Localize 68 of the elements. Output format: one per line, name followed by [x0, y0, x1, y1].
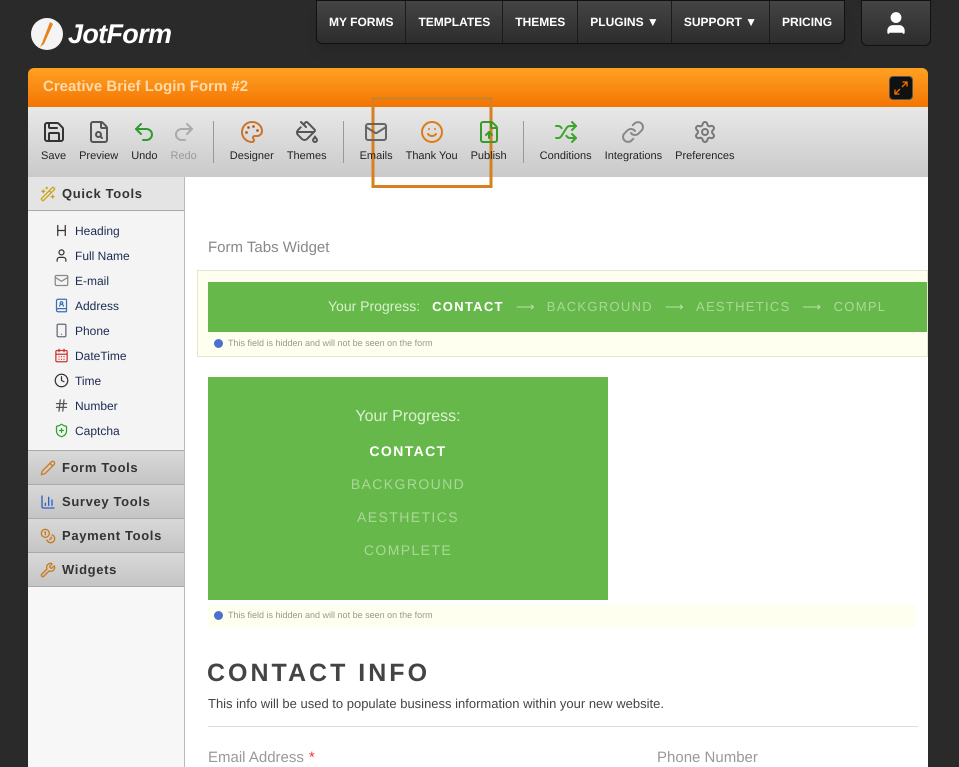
person-icon — [54, 248, 69, 263]
step-arrow: ⟶ — [664, 298, 684, 316]
section-title: CONTACT INFO — [206, 658, 432, 688]
toolbar-button[interactable]: Themes — [280, 120, 333, 164]
bar-chart-icon — [40, 494, 56, 510]
logo-text: JotForm — [68, 18, 172, 51]
nav-link[interactable]: TEMPLATES — [405, 1, 502, 43]
sidebar-section-header[interactable]: Form Tools — [28, 451, 184, 485]
nav-link[interactable]: SUPPORT ▼ — [670, 1, 770, 43]
palette-icon — [240, 120, 264, 144]
toolbar-button[interactable]: Undo — [125, 120, 164, 164]
toolbar-button[interactable]: Save — [35, 120, 72, 164]
heading-icon — [54, 223, 69, 238]
sidebar-item[interactable]: DateTime — [28, 343, 127, 368]
address-card-icon — [54, 298, 69, 313]
hidden-field-note: This field is hidden and will not be seen on the form — [228, 336, 433, 350]
expand-icon — [893, 80, 909, 96]
wand-icon — [40, 186, 56, 202]
logo-icon — [30, 17, 64, 52]
sidebar-item[interactable]: Number — [28, 393, 118, 418]
sidebar-item[interactable]: Time — [28, 368, 102, 393]
toolbar-button[interactable]: Conditions — [534, 120, 598, 164]
chain-link-icon — [621, 120, 646, 144]
nav-link[interactable]: PLUGINS ▼ — [577, 1, 671, 43]
shield-icon — [54, 423, 69, 438]
sidebar-item[interactable]: Full Name — [28, 243, 130, 268]
step-arrow: ⟶ — [516, 298, 535, 316]
sidebar-item[interactable]: E-mail — [28, 268, 110, 293]
widget-label: Form Tabs Widget — [207, 238, 330, 258]
paint-bucket-icon — [294, 120, 319, 144]
required-mark: * — [308, 748, 315, 767]
sidebar-item[interactable]: Phone — [28, 318, 110, 343]
toolbar-button[interactable]: Designer — [224, 120, 280, 164]
nav-link[interactable]: PRICING — [769, 1, 844, 43]
number-icon — [54, 398, 69, 413]
clock-icon — [54, 373, 69, 388]
hidden-field-note: This field is hidden and will not be seen on the form — [228, 608, 433, 622]
form-title: Creative Brief Login Form #2 — [43, 77, 248, 98]
progress-label: Your Progress: — [355, 406, 461, 426]
crossed-arrows-icon — [554, 120, 578, 144]
sidebar-item[interactable]: Captcha — [28, 418, 120, 443]
toolbar-button[interactable]: Preview — [73, 120, 124, 164]
phone-icon — [54, 323, 69, 338]
sidebar-section-header[interactable]: Survey Tools — [28, 485, 184, 519]
sidebar-item[interactable]: Address — [28, 293, 120, 318]
nav-link[interactable]: MY FORMS — [317, 1, 406, 43]
envelope-icon — [54, 273, 69, 288]
step-arrow: ⟶ — [802, 298, 822, 316]
nav-link[interactable]: THEMES — [502, 1, 578, 43]
coins-icon — [40, 528, 56, 544]
calendar-icon — [54, 348, 69, 363]
fullscreen-button[interactable] — [889, 76, 913, 100]
user-button[interactable] — [861, 0, 932, 46]
sidebar-section-header[interactable]: Quick Tools — [28, 177, 184, 211]
gear-icon — [692, 120, 717, 144]
tools-icon — [40, 562, 56, 578]
toolbar-button[interactable]: Integrations — [598, 120, 668, 164]
field-label: Email Address — [208, 748, 304, 767]
toolbar-button[interactable]: Preferences — [669, 120, 740, 164]
sidebar-section-header[interactable]: Widgets — [28, 553, 184, 587]
sidebar-item[interactable]: Heading — [28, 218, 120, 243]
section-description: This info will be used to populate business information within your new website. — [207, 695, 665, 713]
field-label: Phone Number — [657, 748, 758, 767]
toolbar-button[interactable]: Thank You — [400, 120, 464, 164]
pencil-icon — [40, 460, 56, 476]
save-icon — [42, 120, 66, 144]
progress-label: Your Progress: — [328, 297, 420, 316]
sidebar-section-header[interactable]: Payment Tools — [28, 519, 184, 553]
